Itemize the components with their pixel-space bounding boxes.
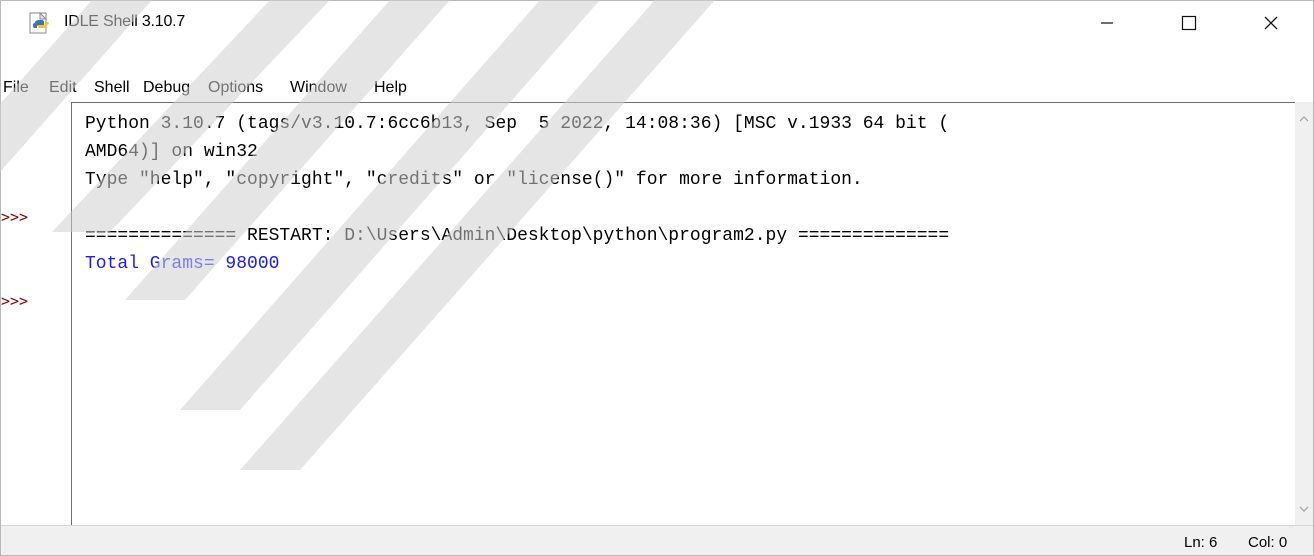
menu-bar: File Edit Shell Debug Options Window Hel… <box>1 76 1313 102</box>
title-bar[interactable]: IDLE Shell 3.10.7 <box>1 1 1313 45</box>
scroll-up-icon[interactable] <box>1299 114 1309 124</box>
menu-file[interactable]: File <box>3 79 29 97</box>
shell-line: Type "help", "copyright", "credits" or "… <box>85 170 863 190</box>
shell-text-area[interactable]: Python 3.10.7 (tags/v3.10.7:6cc6b13, Sep… <box>71 102 1295 525</box>
status-line: Ln: 6 <box>1184 534 1218 551</box>
shell-line: Python 3.10.7 (tags/v3.10.7:6cc6b13, Sep… <box>85 114 950 134</box>
menu-help[interactable]: Help <box>374 79 407 97</box>
idle-shell-window: IDLE Shell 3.10.7 File Edit Shell Debug … <box>0 0 1314 556</box>
shell-prompt: >>> <box>1 292 29 310</box>
program-output: Total Grams= 98000 <box>85 254 280 274</box>
minimize-icon <box>1101 22 1113 24</box>
close-icon <box>1264 16 1278 30</box>
menu-shell[interactable]: Shell <box>94 79 130 97</box>
maximize-button[interactable] <box>1161 1 1217 45</box>
window-title: IDLE Shell 3.10.7 <box>64 13 186 30</box>
close-button[interactable] <box>1243 1 1299 45</box>
python-idle-icon <box>27 11 55 36</box>
vertical-scrollbar[interactable] <box>1295 102 1313 525</box>
status-bar: Ln: 6 Col: 0 <box>1 525 1313 555</box>
menu-edit[interactable]: Edit <box>49 79 77 97</box>
shell-line: AMD64)] on win32 <box>85 142 258 162</box>
menu-options[interactable]: Options <box>208 79 263 97</box>
maximize-icon <box>1181 15 1197 31</box>
status-column: Col: 0 <box>1248 534 1288 551</box>
restart-line: ============== RESTART: D:\Users\Admin\D… <box>85 226 950 246</box>
menu-debug[interactable]: Debug <box>143 79 190 97</box>
prompt-gutter: >>> >>> <box>1 102 71 525</box>
minimize-button[interactable] <box>1079 1 1135 45</box>
menu-window[interactable]: Window <box>290 79 347 97</box>
scroll-down-icon[interactable] <box>1299 504 1309 514</box>
shell-prompt: >>> <box>1 208 29 226</box>
